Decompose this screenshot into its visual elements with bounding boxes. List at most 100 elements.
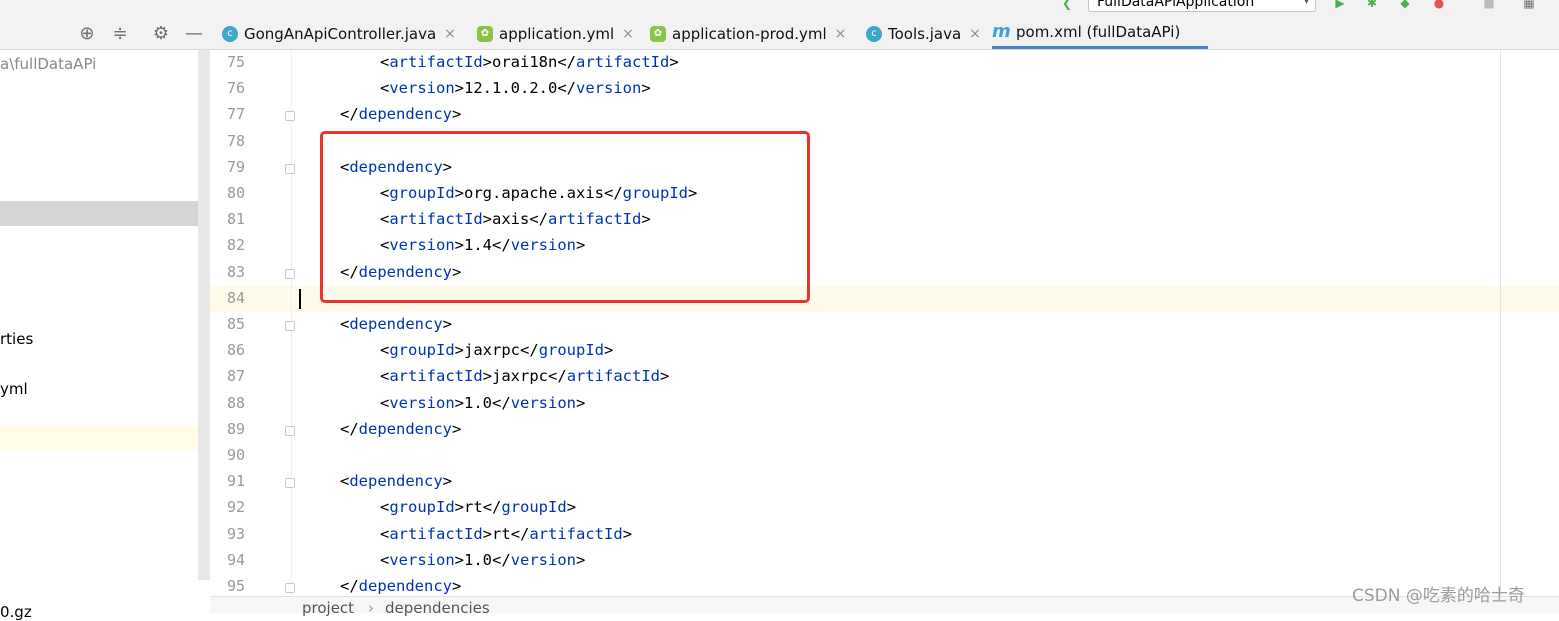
tab-label: Tools.java: [888, 24, 962, 43]
hide-icon[interactable]: —: [183, 23, 205, 45]
tab-pom-xml[interactable]: m pom.xml (fullDataAPi): [992, 18, 1209, 49]
code-line: <version>1.0</version>: [380, 394, 585, 412]
tag-bracket: <: [380, 550, 390, 569]
tag-bracket: </: [482, 498, 502, 517]
tag-bracket: <: [380, 341, 390, 360]
tag-bracket: >: [454, 393, 465, 412]
close-icon[interactable]: ×: [622, 26, 634, 42]
tree-item-yml[interactable]: yml: [0, 380, 28, 398]
line-number: 93: [226, 524, 245, 543]
highlighted-tree-row[interactable]: [0, 426, 210, 450]
close-icon[interactable]: ×: [444, 26, 456, 42]
xml-value: 1.0: [464, 393, 493, 412]
tree-item-properties[interactable]: rties: [0, 330, 33, 348]
code-line: </dependency>: [340, 420, 461, 438]
xml-tag-name: groupId: [538, 341, 605, 360]
code-line: <groupId>jaxrpc</groupId>: [380, 341, 613, 359]
breadcrumb-project[interactable]: project: [302, 597, 354, 619]
tag-bracket: >: [482, 524, 493, 543]
tag-bracket: </: [520, 341, 539, 360]
breadcrumb-separator: ›: [368, 599, 374, 617]
line-number: 78: [226, 131, 245, 150]
gear-icon[interactable]: ⚙: [150, 23, 172, 45]
hammer-icon[interactable]: ❮: [1060, 0, 1074, 10]
xml-value: 12.1.0.2.0: [464, 79, 558, 98]
fold-marker-icon[interactable]: [285, 583, 295, 593]
xml-tag-name: version: [576, 79, 642, 98]
run-config-label: FullDataAPiApplication: [1097, 0, 1255, 10]
line-number: 79: [226, 157, 245, 176]
line-number: 77: [226, 105, 245, 124]
sidebar-scrollbar[interactable]: [198, 50, 210, 580]
fold-marker-icon[interactable]: [285, 111, 295, 122]
line-number: 84: [226, 288, 245, 307]
xml-tag-name: artifactId: [389, 53, 483, 71]
tab-label: pom.xml (fullDataAPi): [1016, 23, 1181, 41]
tag-bracket: >: [452, 105, 462, 124]
tab-application-yml[interactable]: ✿ application.yml ×: [477, 18, 634, 49]
tag-bracket: <: [380, 53, 390, 71]
debug-icon[interactable]: ✱: [1365, 0, 1379, 10]
fold-marker-icon[interactable]: [285, 321, 295, 331]
tab-application-prod-yml[interactable]: ✿ application-prod.yml ×: [650, 18, 846, 49]
line-number: 86: [226, 341, 245, 360]
xml-tag-name: version: [389, 550, 455, 569]
locate-icon[interactable]: ⊕: [76, 23, 98, 45]
code-line: <dependency>: [340, 315, 452, 333]
code-line: <version>1.0</version>: [380, 551, 585, 569]
xml-value: rt: [492, 524, 511, 543]
maven-icon: m: [992, 21, 1011, 42]
tag-bracket: <: [340, 315, 350, 333]
xml-tag-name: dependency: [349, 472, 443, 491]
tab-tools-java[interactable]: c Tools.java ×: [866, 18, 981, 49]
tag-bracket: >: [669, 53, 679, 71]
xml-value: orai18n: [492, 53, 558, 71]
xml-tag-name: groupId: [389, 498, 455, 517]
spring-yml-icon: ✿: [650, 25, 666, 42]
close-icon[interactable]: ×: [835, 26, 847, 42]
xml-tag-name: artifactId: [566, 367, 661, 386]
selected-tree-row[interactable]: [0, 201, 210, 226]
tab-label: GongAnApiController.java: [244, 24, 437, 43]
code-line: <artifactId>jaxrpc</artifactId>: [380, 367, 669, 385]
xml-tag-name: artifactId: [576, 53, 670, 71]
tree-item-archive[interactable]: 0.gz: [0, 603, 32, 621]
stop-icon[interactable]: ■: [1482, 0, 1496, 10]
xml-tag-name: version: [510, 550, 577, 569]
line-number: 91: [226, 472, 245, 491]
window-icon[interactable]: ▦: [1522, 0, 1536, 10]
xml-tag-name: dependency: [349, 315, 443, 333]
line-number: 76: [226, 79, 245, 98]
line-number: 90: [226, 446, 245, 464]
tag-bracket: >: [454, 498, 465, 517]
run-configuration-select[interactable]: FullDataAPiApplication ▾: [1088, 0, 1316, 12]
tag-bracket: >: [442, 472, 453, 491]
xml-tag-name: groupId: [389, 341, 455, 360]
fold-marker-icon[interactable]: [285, 478, 295, 489]
breadcrumb-dependencies[interactable]: dependencies: [385, 597, 490, 619]
tag-bracket: <: [380, 367, 390, 386]
fold-marker-icon[interactable]: [285, 163, 295, 174]
fold-marker-icon[interactable]: [285, 425, 295, 436]
fold-marker-icon[interactable]: [285, 268, 295, 279]
line-number: 94: [226, 550, 245, 569]
xml-tag-name: dependency: [358, 419, 452, 438]
text-caret: [299, 289, 301, 309]
tab-gong-an-api-controller[interactable]: c GongAnApiController.java ×: [222, 18, 456, 49]
tag-bracket: </: [340, 105, 359, 124]
tag-bracket: >: [660, 367, 670, 386]
close-icon[interactable]: ×: [969, 26, 981, 42]
tag-bracket: </: [548, 367, 567, 386]
watermark: CSDN @吃素的哈士奇: [1352, 586, 1525, 606]
tag-bracket: >: [576, 393, 586, 412]
tag-bracket: >: [442, 315, 453, 333]
code-line: <artifactId>rt</artifactId>: [380, 525, 632, 543]
tab-label: application-prod.yml: [672, 24, 827, 43]
xml-tag-name: artifactId: [529, 524, 623, 543]
tag-bracket: <: [380, 79, 390, 98]
java-class-icon: c: [866, 25, 882, 42]
coverage-icon[interactable]: ◆: [1398, 0, 1412, 10]
collapse-icon[interactable]: ≑: [109, 23, 131, 45]
profile-icon[interactable]: ●: [1432, 0, 1446, 10]
run-icon[interactable]: ▶: [1333, 0, 1347, 10]
